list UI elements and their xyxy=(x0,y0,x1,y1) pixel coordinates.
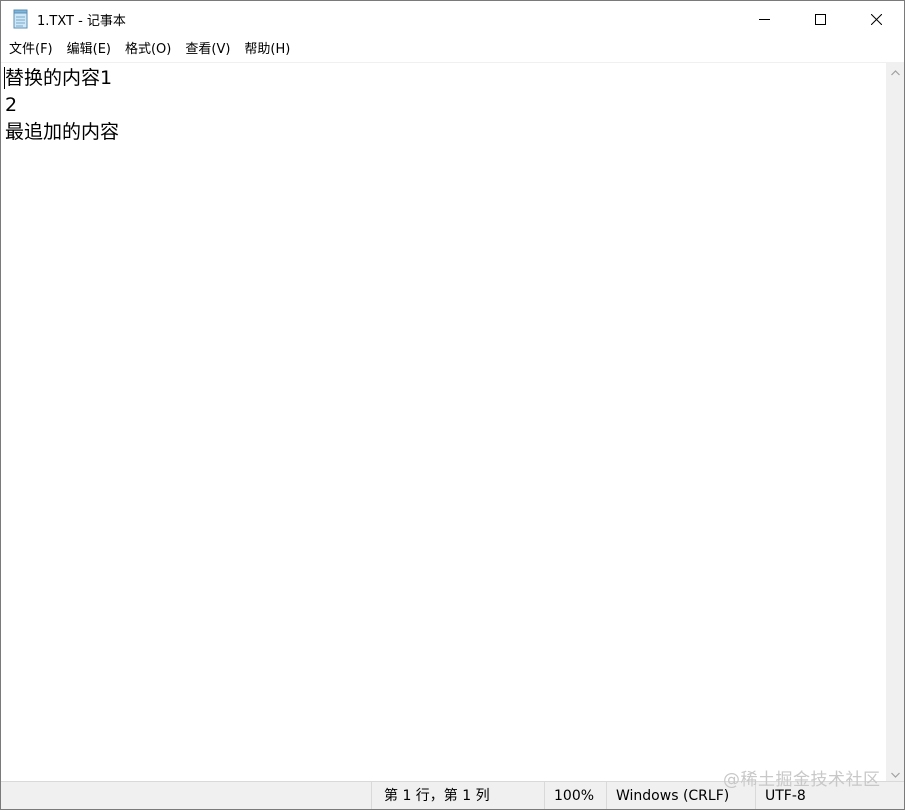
watermark-text: @稀土掘金技术社区 xyxy=(723,770,881,790)
menu-bar: 文件(F) 编辑(E) 格式(O) 查看(V) 帮助(H) xyxy=(1,38,904,62)
editor-line-2: 2 xyxy=(5,94,18,116)
menu-help[interactable]: 帮助(H) xyxy=(237,38,297,62)
title-bar[interactable]: 1.TXT - 记事本 xyxy=(1,1,904,37)
editor-line-1: 替换的内容1 xyxy=(5,67,113,89)
notepad-window: 1.TXT - 记事本 文件(F) 编辑(E) 格式(O) 查看(V) 帮助(H… xyxy=(0,0,905,810)
maximize-icon xyxy=(814,13,826,25)
notepad-icon xyxy=(12,9,30,29)
status-zoom-level: 100% xyxy=(544,782,606,809)
scroll-down-button[interactable] xyxy=(886,764,904,781)
text-editor-area[interactable]: 替换的内容1 2 最追加的内容 xyxy=(1,62,886,782)
menu-view[interactable]: 查看(V) xyxy=(178,38,237,62)
minimize-icon xyxy=(758,14,770,25)
menu-edit[interactable]: 编辑(E) xyxy=(60,38,118,62)
scroll-down-arrow-icon xyxy=(890,763,900,782)
close-icon xyxy=(870,13,882,25)
minimize-button[interactable] xyxy=(735,1,793,37)
scroll-up-button[interactable] xyxy=(886,62,904,79)
editor-line-3: 最追加的内容 xyxy=(5,121,120,143)
status-cursor-position: 第 1 行，第 1 列 xyxy=(371,782,544,809)
vertical-scrollbar[interactable] xyxy=(886,62,904,781)
close-button[interactable] xyxy=(847,1,904,37)
scroll-up-arrow-icon xyxy=(890,61,900,80)
editor-content[interactable]: 替换的内容1 2 最追加的内容 xyxy=(5,65,119,146)
menu-file[interactable]: 文件(F) xyxy=(1,38,60,62)
menu-format[interactable]: 格式(O) xyxy=(118,38,178,62)
maximize-button[interactable] xyxy=(791,1,849,37)
window-title: 1.TXT - 记事本 xyxy=(37,14,126,29)
